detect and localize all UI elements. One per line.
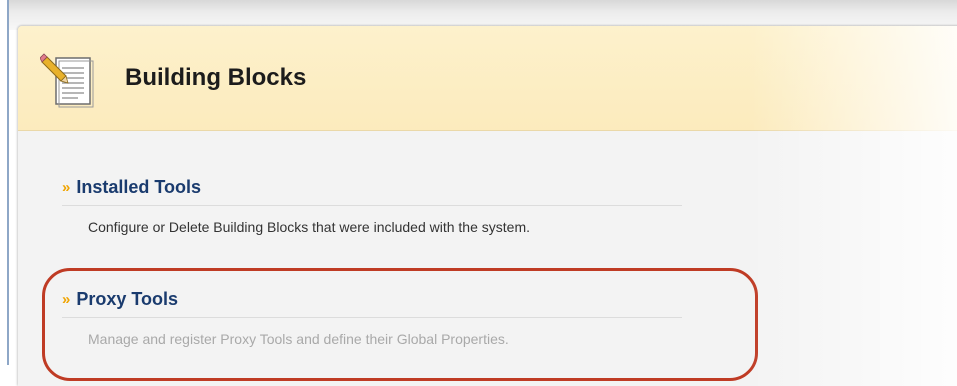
window-frame-border [7,0,9,365]
chevron-double-right-icon: » [62,291,71,308]
page-title: Building Blocks [125,64,307,91]
installed-tools-description: Configure or Delete Building Blocks that… [88,219,530,235]
proxy-tools-description: Manage and register Proxy Tools and defi… [88,331,509,347]
list-item-proxy-tools: » Proxy Tools Manage and register Proxy … [62,289,702,347]
proxy-tools-title: Proxy Tools [76,289,179,309]
document-pencil-icon [40,53,94,108]
list-item-installed-tools: » Installed Tools Configure or Delete Bu… [62,177,702,235]
installed-tools-link[interactable]: » Installed Tools [62,177,682,206]
building-blocks-panel: Building Blocks » Installed Tools Config… [18,26,957,386]
tools-list: » Installed Tools Configure or Delete Bu… [18,131,957,386]
installed-tools-title: Installed Tools [76,177,202,197]
chevron-double-right-icon: » [62,179,71,196]
page-header: Building Blocks [18,26,957,131]
proxy-tools-link[interactable]: » Proxy Tools [62,289,682,318]
